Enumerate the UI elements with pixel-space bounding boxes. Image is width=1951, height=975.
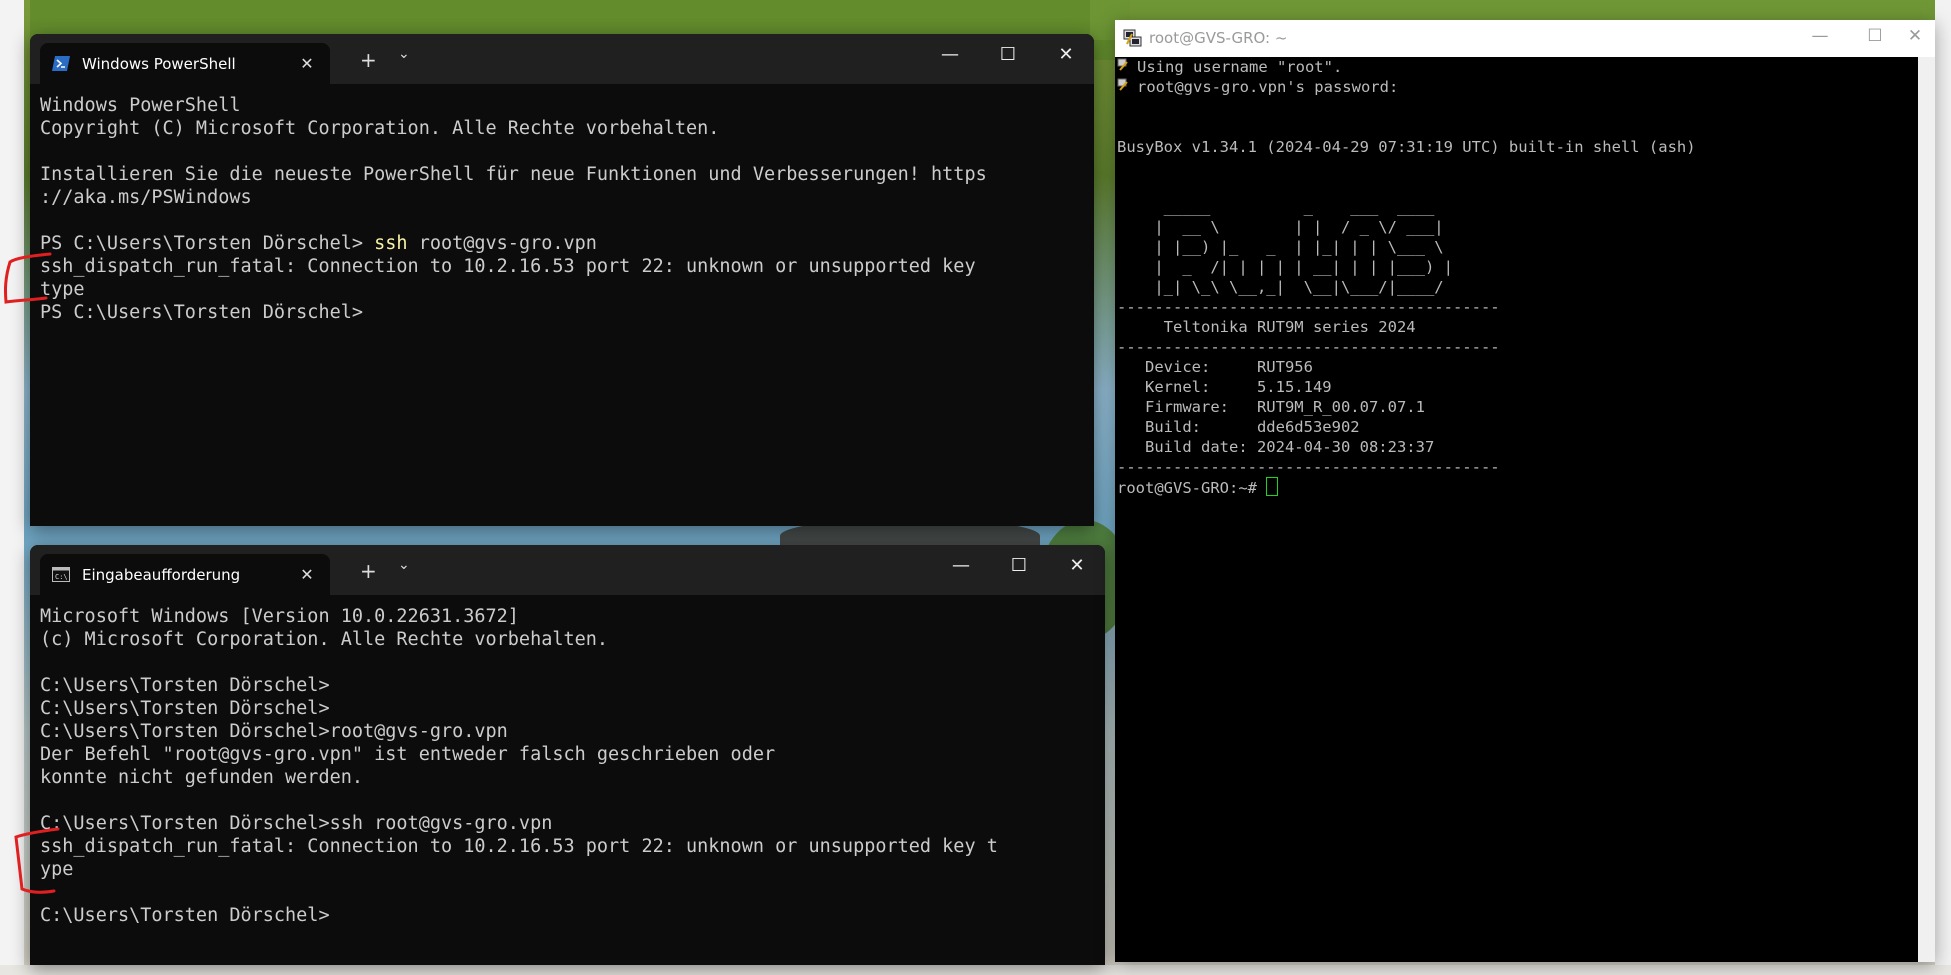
- cmd-window[interactable]: C:\ Eingabeaufforderung ✕ + ⌄ — ☐ ✕ Micr…: [30, 545, 1105, 965]
- cmd-icon: C:\: [52, 567, 70, 583]
- command-keyword: ssh: [374, 233, 408, 254]
- text-cursor: [1266, 477, 1279, 496]
- cmd-console[interactable]: Microsoft Windows [Version 10.0.22631.36…: [30, 595, 1105, 965]
- svg-text:C:\: C:\: [55, 573, 68, 581]
- chevron-down-icon[interactable]: ⌄: [398, 46, 410, 62]
- putty-titlebar[interactable]: root@GVS-GRO: ~ — ☐ ✕: [1115, 20, 1935, 57]
- putty-window[interactable]: root@GVS-GRO: ~ — ☐ ✕ Using username "ro…: [1115, 20, 1935, 962]
- maximize-button[interactable]: ☐: [988, 44, 1028, 65]
- minimize-button[interactable]: —: [941, 555, 981, 576]
- cmd-titlebar[interactable]: C:\ Eingabeaufforderung ✕ + ⌄ — ☐ ✕: [30, 545, 1105, 595]
- error-line: ssh_dispatch_run_fatal: Connection to 10…: [40, 256, 976, 277]
- powershell-titlebar[interactable]: Windows PowerShell ✕ + ⌄ — ☐ ✕: [30, 34, 1094, 84]
- powershell-output: Windows PowerShell Copyright (C) Microso…: [40, 95, 987, 323]
- prompt-line: PS C:\Users\Torsten Dörschel>: [40, 302, 364, 323]
- powershell-icon: [52, 56, 70, 72]
- close-window-button[interactable]: ✕: [1046, 44, 1086, 65]
- tab-label: Windows PowerShell: [82, 54, 236, 73]
- close-tab-icon[interactable]: ✕: [298, 54, 316, 73]
- new-tab-button[interactable]: +: [360, 48, 377, 72]
- desktop-edge-right: [1935, 0, 1951, 975]
- putty-icon: [1123, 28, 1143, 48]
- red-bracket-annotation-bottom: [14, 827, 60, 894]
- minimize-button[interactable]: —: [930, 44, 970, 65]
- putty-prompt: root@GVS-GRO:~#: [1117, 479, 1267, 497]
- close-window-button[interactable]: ✕: [1057, 555, 1097, 576]
- close-window-button[interactable]: ✕: [1895, 26, 1935, 46]
- putty-output: Using username "root". root@gvs-gro.vpn'…: [1117, 57, 1696, 497]
- tab-powershell[interactable]: Windows PowerShell ✕: [40, 43, 330, 84]
- powershell-console[interactable]: Windows PowerShell Copyright (C) Microso…: [30, 84, 1094, 526]
- key-icon: [1117, 77, 1137, 97]
- putty-title: root@GVS-GRO: ~: [1149, 29, 1288, 47]
- maximize-button[interactable]: ☐: [999, 555, 1039, 576]
- chevron-down-icon[interactable]: ⌄: [398, 557, 410, 573]
- cmd-output: Microsoft Windows [Version 10.0.22631.36…: [40, 606, 998, 926]
- maximize-button[interactable]: ☐: [1855, 26, 1895, 46]
- putty-scrollbar[interactable]: [1918, 57, 1935, 962]
- new-tab-button[interactable]: +: [360, 559, 377, 583]
- minimize-button[interactable]: —: [1800, 26, 1840, 46]
- powershell-window[interactable]: Windows PowerShell ✕ + ⌄ — ☐ ✕ Windows P…: [30, 34, 1094, 526]
- tab-eingabeaufforderung[interactable]: C:\ Eingabeaufforderung ✕: [40, 554, 330, 595]
- putty-console[interactable]: Using username "root". root@gvs-gro.vpn'…: [1117, 57, 1918, 962]
- putty-banner: BusyBox v1.34.1 (2024-04-29 07:31:19 UTC…: [1117, 138, 1696, 476]
- key-icon: [1117, 57, 1137, 77]
- close-tab-icon[interactable]: ✕: [298, 565, 316, 584]
- tab-label: Eingabeaufforderung: [82, 565, 241, 584]
- desktop-edge-bottom: [0, 965, 1951, 975]
- red-bracket-annotation-top: [4, 252, 52, 304]
